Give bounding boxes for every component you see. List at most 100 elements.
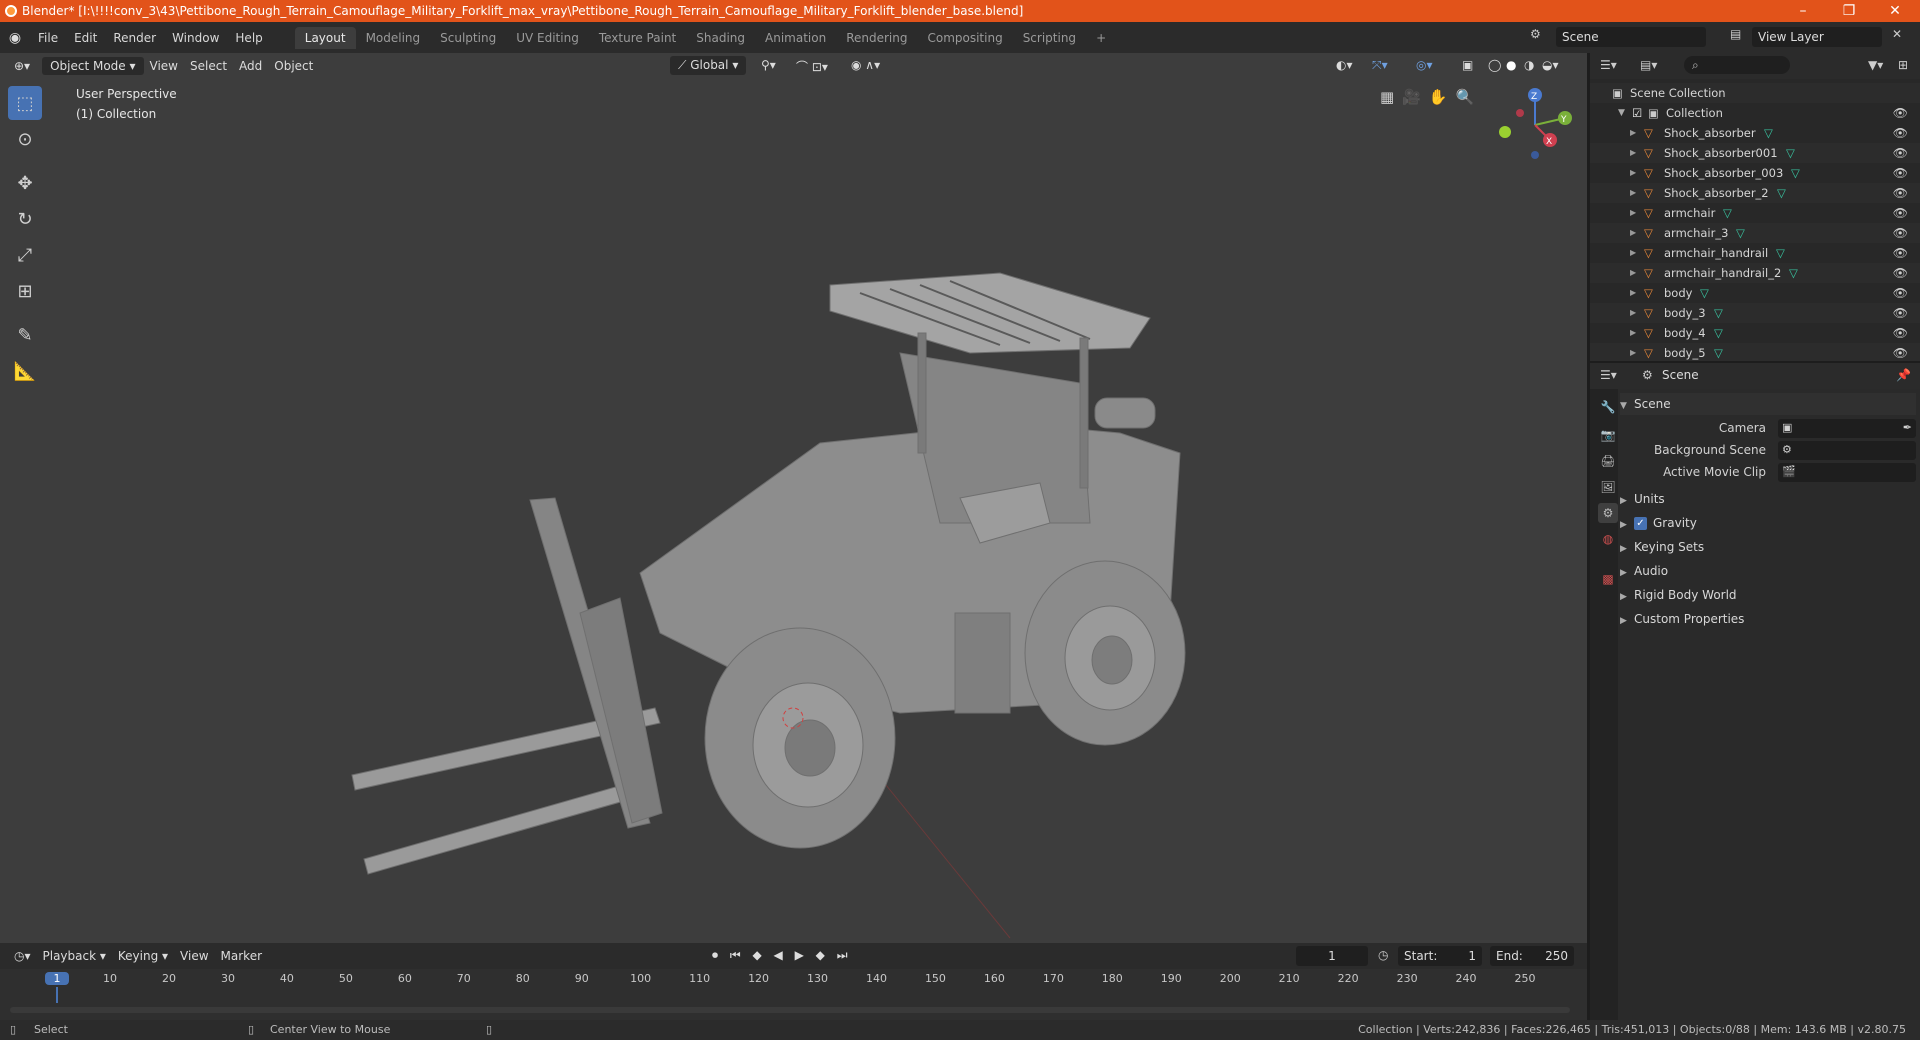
render-tab-icon[interactable]: 📷 <box>1598 425 1618 445</box>
menu-window[interactable]: Window <box>164 31 227 45</box>
jump-end-icon[interactable]: ⏭ <box>837 948 852 962</box>
outliner-object-row[interactable]: ▶ ▽ armchair_handrail 👁 ▽ <box>1590 243 1920 263</box>
measure-tool-icon[interactable]: 📐 <box>8 354 42 388</box>
outliner-object-row[interactable]: ▶ ▽ body_3 👁 ▽ <box>1590 303 1920 323</box>
object-eye-icon[interactable]: 👁 <box>1893 243 1908 263</box>
menu-marker[interactable]: Marker <box>215 947 268 965</box>
preview-range-icon[interactable]: ◷ <box>1378 948 1388 962</box>
outliner-object-row[interactable]: ▶ ▽ Shock_absorber001 👁 ▽ <box>1590 143 1920 163</box>
outliner-object-row[interactable]: ▶ ▽ Shock_absorber 👁 ▽ <box>1590 123 1920 143</box>
audio-panel-header[interactable]: ▶ Audio <box>1620 560 1916 582</box>
object-eye-icon[interactable]: 👁 <box>1893 183 1908 203</box>
gravity-panel-header[interactable]: ▶ ✓ Gravity <box>1620 512 1916 534</box>
outliner-collection[interactable]: ▼ ☑ ▣ Collection 👁 <box>1590 103 1920 123</box>
new-collection-icon[interactable]: ⊞ <box>1898 58 1908 72</box>
object-eye-icon[interactable]: 👁 <box>1893 263 1908 283</box>
menu-keying[interactable]: Keying ▾ <box>112 947 174 965</box>
menu-playback[interactable]: Playback ▾ <box>37 947 112 965</box>
object-expand-icon[interactable]: ▶ <box>1630 143 1636 163</box>
world-tab-icon[interactable]: ◍ <box>1598 529 1618 549</box>
menu-timeline-view[interactable]: View <box>174 947 214 965</box>
keying-sets-panel-header[interactable]: ▶ Keying Sets <box>1620 536 1916 558</box>
gravity-checkbox[interactable]: ✓ <box>1634 517 1647 530</box>
gizmo-toggle-icon[interactable]: ⤧▾ <box>1366 56 1394 75</box>
view-layer-selector[interactable]: View Layer <box>1752 27 1882 47</box>
menu-file[interactable]: File <box>30 31 66 45</box>
object-eye-icon[interactable]: 👁 <box>1893 143 1908 163</box>
transform-tool-icon[interactable]: ⊞ <box>8 274 42 308</box>
custom-properties-panel-header[interactable]: ▶ Custom Properties <box>1620 608 1916 630</box>
play-reverse-icon[interactable]: ◀ <box>774 948 787 962</box>
object-eye-icon[interactable]: 👁 <box>1893 163 1908 183</box>
3d-viewport[interactable] <box>0 53 1587 943</box>
menu-view[interactable]: View <box>144 57 184 75</box>
outliner-object-row[interactable]: ▶ ▽ Shock_absorber_2 👁 ▽ <box>1590 183 1920 203</box>
visibility-icon[interactable]: ◐▾ <box>1330 56 1359 74</box>
gizmo-neg-z-axis[interactable] <box>1531 151 1539 159</box>
object-expand-icon[interactable]: ▶ <box>1630 303 1636 323</box>
scale-tool-icon[interactable]: ⤢ <box>8 238 42 272</box>
tab-scripting[interactable]: Scripting <box>1013 27 1086 49</box>
mesh-data-icon[interactable]: ▽ <box>1777 183 1786 203</box>
object-expand-icon[interactable]: ▶ <box>1630 203 1636 223</box>
view-layer-tab-icon[interactable]: 🖼 <box>1598 477 1618 497</box>
object-eye-icon[interactable]: 👁 <box>1893 323 1908 343</box>
menu-help[interactable]: Help <box>227 31 270 45</box>
xray-icon[interactable]: ▣ <box>1456 56 1479 74</box>
transform-orientation-selector[interactable]: ⟋ Global ▾ <box>670 56 747 75</box>
texture-tab-icon[interactable]: ▩ <box>1598 569 1618 589</box>
object-eye-icon[interactable]: 👁 <box>1893 223 1908 243</box>
object-expand-icon[interactable]: ▶ <box>1630 163 1636 183</box>
next-keyframe-icon[interactable]: ◆ <box>816 948 829 962</box>
menu-select[interactable]: Select <box>184 57 233 75</box>
end-frame-field[interactable]: End: 250 <box>1490 946 1574 966</box>
timeline-scrollbar[interactable] <box>10 1007 1570 1013</box>
overlay-toggle-icon[interactable]: ◎▾ <box>1410 56 1439 74</box>
current-frame-field[interactable]: 1 <box>1296 946 1368 966</box>
mesh-data-icon[interactable]: ▽ <box>1700 283 1709 303</box>
mesh-data-icon[interactable]: ▽ <box>1736 223 1745 243</box>
scene-tab-icon[interactable]: ⚙ <box>1598 503 1618 523</box>
object-expand-icon[interactable]: ▶ <box>1630 323 1636 343</box>
outliner-scene-collection[interactable]: ▣ Scene Collection <box>1590 83 1920 103</box>
pivot-icon[interactable]: ⚲▾ <box>755 56 782 74</box>
output-tab-icon[interactable]: 🖨 <box>1598 451 1618 471</box>
menu-edit[interactable]: Edit <box>66 31 105 45</box>
outliner-search-input[interactable]: ⌕ <box>1684 56 1790 74</box>
outliner-object-row[interactable]: ▶ ▽ body_4 👁 ▽ <box>1590 323 1920 343</box>
proportional-edit-icon[interactable]: ◉ ∧▾ <box>845 56 886 74</box>
mesh-data-icon[interactable]: ▽ <box>1714 303 1723 323</box>
collection-checkbox-icon[interactable]: ☑ <box>1632 103 1642 123</box>
prev-keyframe-icon[interactable]: ◆ <box>752 948 765 962</box>
mesh-data-icon[interactable]: ▽ <box>1714 343 1723 361</box>
filter-icon[interactable]: ▼▾ <box>1868 58 1883 72</box>
camera-field[interactable]: ▣ ✒ <box>1778 419 1916 438</box>
record-icon[interactable]: ⏺ <box>712 948 722 962</box>
grid-view-icon[interactable]: ▦ <box>1380 88 1394 106</box>
object-expand-icon[interactable]: ▶ <box>1630 243 1636 263</box>
rotate-tool-icon[interactable]: ↻ <box>8 202 42 236</box>
outliner-object-row[interactable]: ▶ ▽ armchair 👁 ▽ <box>1590 203 1920 223</box>
mesh-data-icon[interactable]: ▽ <box>1776 243 1785 263</box>
object-eye-icon[interactable]: 👁 <box>1893 303 1908 323</box>
scene-panel-header[interactable]: ▼ Scene <box>1620 393 1916 415</box>
mode-selector[interactable]: Object Mode ▾ <box>42 57 144 75</box>
snap-icon[interactable]: ⌒ ⊡▾ <box>790 56 834 77</box>
object-eye-icon[interactable]: 👁 <box>1893 203 1908 223</box>
menu-render[interactable]: Render <box>105 31 164 45</box>
camera-view-icon[interactable]: 🎥 <box>1402 88 1421 106</box>
collection-expand-icon[interactable]: ▼ <box>1618 103 1625 123</box>
properties-editor-icon[interactable]: ☰▾ <box>1600 368 1617 382</box>
blender-menu-icon[interactable]: ◉ <box>0 30 30 46</box>
object-expand-icon[interactable]: ▶ <box>1630 343 1636 361</box>
object-expand-icon[interactable]: ▶ <box>1630 123 1636 143</box>
active-movie-clip-field[interactable]: 🎬 <box>1778 463 1916 482</box>
tab-texture-paint[interactable]: Texture Paint <box>589 27 686 49</box>
collection-eye-icon[interactable]: 👁 <box>1893 103 1908 123</box>
mesh-data-icon[interactable]: ▽ <box>1789 263 1798 283</box>
tab-rendering[interactable]: Rendering <box>836 27 917 49</box>
cursor-tool-icon[interactable]: ⊙ <box>8 122 42 156</box>
timeline-editor-icon[interactable]: ◷▾ <box>8 947 37 965</box>
object-expand-icon[interactable]: ▶ <box>1630 283 1636 303</box>
menu-add[interactable]: Add <box>233 57 268 75</box>
